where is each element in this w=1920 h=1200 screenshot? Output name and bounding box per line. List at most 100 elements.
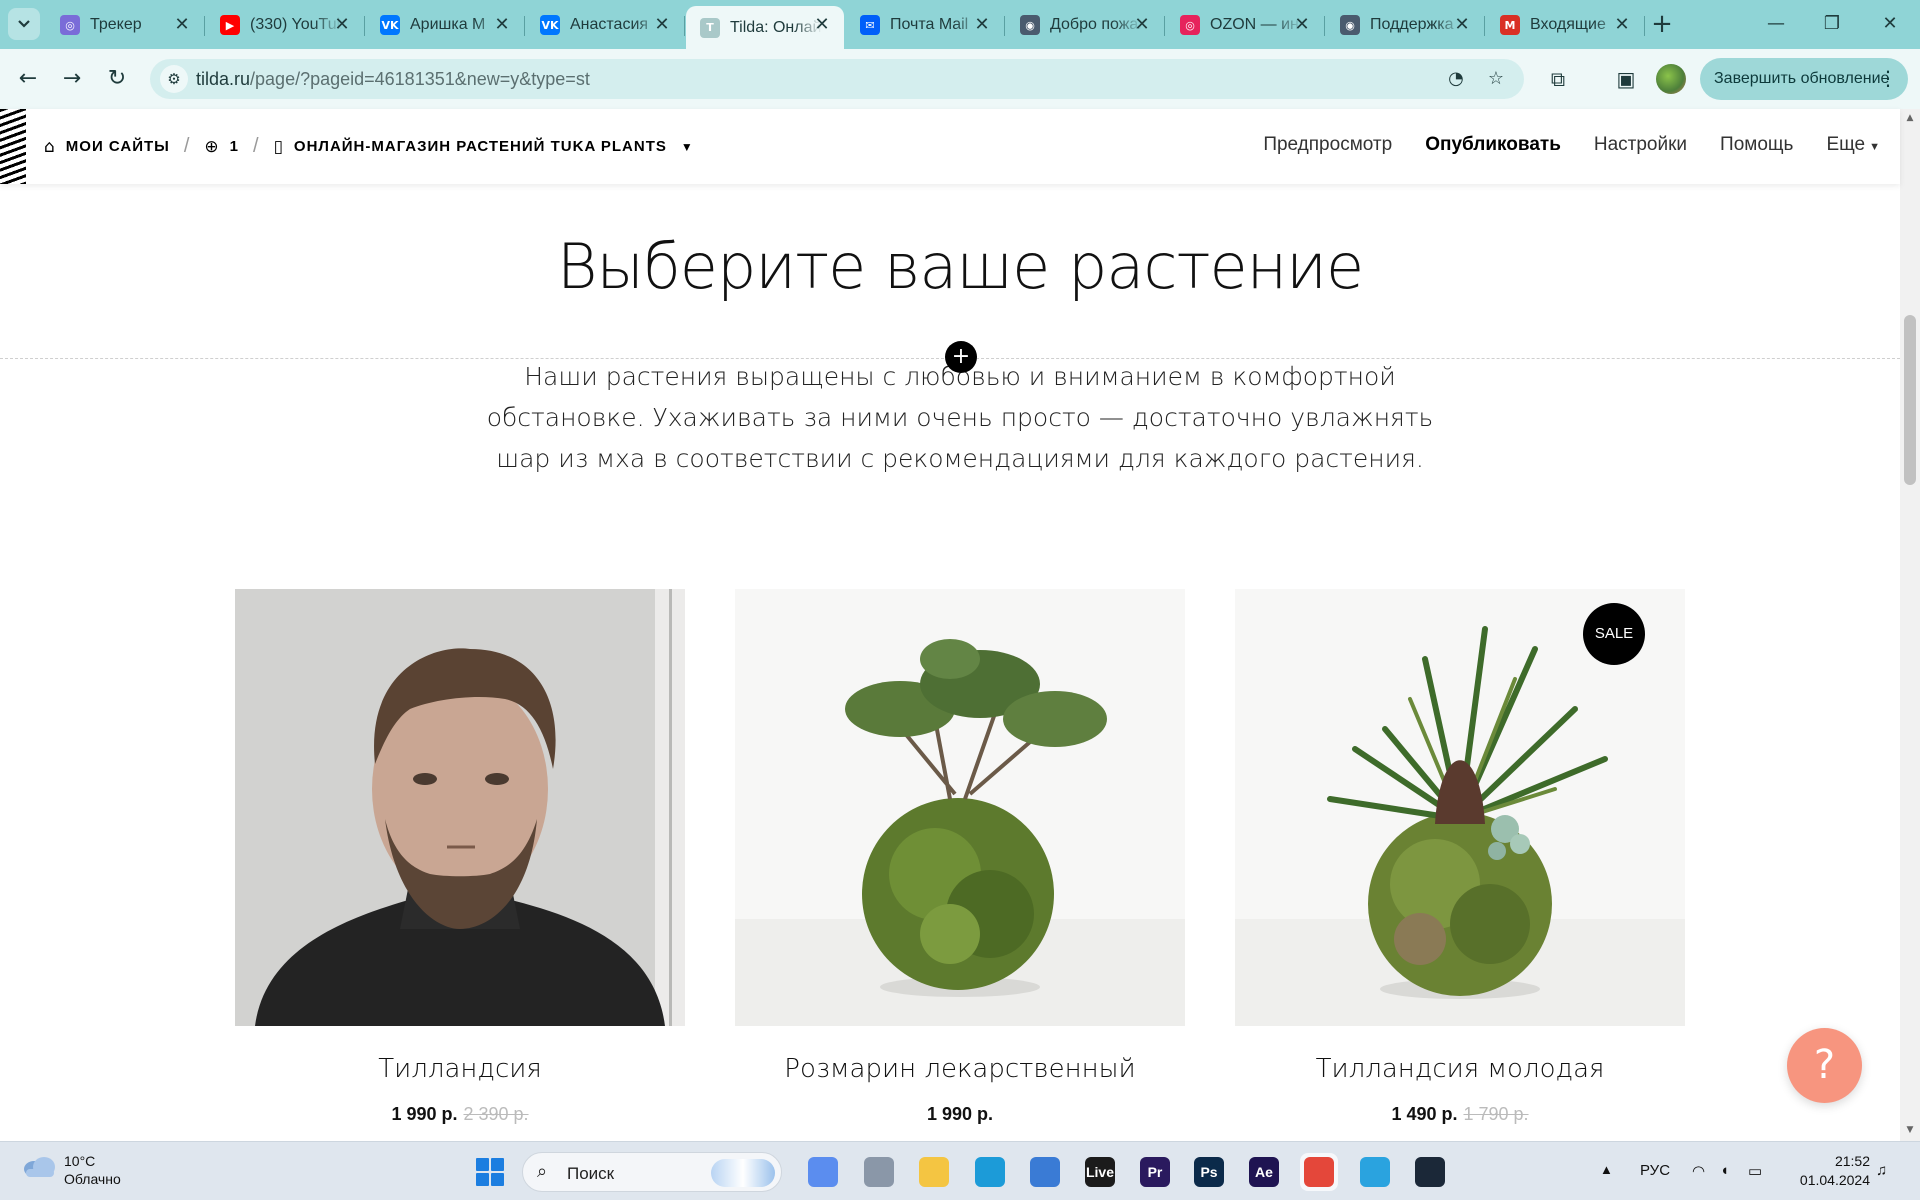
browser-tab[interactable]: VK Аришка М ✕ xyxy=(366,6,525,44)
wifi-icon[interactable]: ◠ xyxy=(1692,1162,1705,1180)
edge-icon xyxy=(975,1157,1005,1187)
taskbar-search[interactable]: ⌕ Поиск xyxy=(522,1152,782,1192)
bookmark-star-icon[interactable]: ☆ xyxy=(1484,67,1508,91)
extensions-icon[interactable]: ⧉ xyxy=(1543,64,1573,94)
close-tab-icon[interactable]: ✕ xyxy=(812,15,832,35)
input-language[interactable]: РУС xyxy=(1640,1162,1670,1179)
volume-icon[interactable]: ◖ xyxy=(1720,1162,1729,1179)
portrait-photo xyxy=(235,589,685,1026)
product-image[interactable]: SALE xyxy=(1235,589,1685,1026)
clock[interactable]: 21:52 01.04.2024 xyxy=(1790,1152,1870,1190)
settings-link[interactable]: Настройки xyxy=(1594,134,1687,156)
scroll-up-arrow[interactable]: ▲ xyxy=(1904,113,1916,125)
rosemary-kokedama-photo xyxy=(735,589,1185,1026)
product-image[interactable] xyxy=(235,589,685,1026)
browser-tab[interactable]: ◎ OZON — интернет✕ xyxy=(1166,6,1325,44)
close-tab-icon[interactable]: ✕ xyxy=(1292,15,1312,35)
section-heading[interactable]: Выберите ваше растение xyxy=(0,230,1900,303)
search-icon: ⌕ xyxy=(537,1161,548,1182)
tab-title: Добро пожаловать xyxy=(1050,16,1142,33)
close-tab-icon[interactable]: ✕ xyxy=(1132,15,1152,35)
project-link[interactable]: 1 xyxy=(230,138,239,155)
minimize-button[interactable]: — xyxy=(1756,8,1796,40)
new-tab-button[interactable]: + xyxy=(1648,10,1676,38)
browser-tab[interactable]: T Tilda: Онлайн ✕ xyxy=(686,6,844,49)
product-name[interactable]: Тилландсия молодая xyxy=(1235,1054,1685,1084)
preview-link[interactable]: Предпросмотр xyxy=(1263,134,1392,156)
help-chat-button[interactable]: ? xyxy=(1787,1028,1862,1103)
help-link[interactable]: Помощь xyxy=(1720,134,1793,156)
chrome-app[interactable] xyxy=(1300,1153,1338,1191)
steam-app[interactable] xyxy=(1411,1153,1449,1191)
browser-tab[interactable]: ✉ Почта Mail ✕ xyxy=(846,6,1005,44)
tilda-editor-header: ⌂ МОИ САЙТЫ / ⊕ 1 / ▯ ОНЛАЙН-МАГАЗИН РАС… xyxy=(0,109,1900,184)
close-window-button[interactable]: ✕ xyxy=(1870,8,1910,40)
premiere-app[interactable]: Pr xyxy=(1136,1153,1174,1191)
tab-title: Почта Mail xyxy=(890,16,969,33)
breadcrumb: ⌂ МОИ САЙТЫ / ⊕ 1 / ▯ ОНЛАЙН-МАГАЗИН РАС… xyxy=(44,135,694,158)
close-tab-icon[interactable]: ✕ xyxy=(332,15,352,35)
product-name[interactable]: Розмарин лекарственный xyxy=(735,1054,1185,1084)
tilda-logo[interactable] xyxy=(0,109,26,184)
scroll-down-arrow[interactable]: ▼ xyxy=(1904,1125,1916,1137)
reload-button[interactable]: ↻ xyxy=(99,61,135,97)
url-text[interactable]: tilda.ru/page/?pageid=46181351&new=y&typ… xyxy=(196,69,590,90)
file-explorer-icon xyxy=(919,1157,949,1187)
task-view-app[interactable] xyxy=(860,1153,898,1191)
product-name[interactable]: Тилландсия xyxy=(235,1054,685,1084)
close-tab-icon[interactable]: ✕ xyxy=(172,15,192,35)
photoshop-icon: Ps xyxy=(1194,1157,1224,1187)
notifications-icon[interactable]: ♫ xyxy=(1876,1162,1887,1179)
tab-title: Входящие xyxy=(1530,16,1606,33)
close-tab-icon[interactable]: ✕ xyxy=(972,15,992,35)
live-app[interactable]: Live xyxy=(1081,1153,1119,1191)
store-app[interactable] xyxy=(1026,1153,1064,1191)
page-scrollbar[interactable]: ▲ ▼ xyxy=(1900,109,1920,1141)
show-hidden-icons[interactable]: ▲ xyxy=(1600,1162,1613,1177)
add-block-button[interactable]: + xyxy=(945,341,977,373)
my-sites-link[interactable]: МОИ САЙТЫ xyxy=(66,138,170,155)
battery-icon[interactable]: ▭ xyxy=(1748,1162,1762,1180)
product-card[interactable]: Тилландсия 1 990 р. 2 390 р. xyxy=(235,589,685,1125)
address-bar[interactable]: ⚙ tilda.ru/page/?pageid=46181351&new=y&t… xyxy=(150,59,1524,99)
close-tab-icon[interactable]: ✕ xyxy=(1452,15,1472,35)
restore-button[interactable]: ❐ xyxy=(1812,8,1852,40)
more-menu[interactable]: Еще ▼ xyxy=(1826,134,1880,156)
copilot-app[interactable] xyxy=(804,1153,842,1191)
browser-tab[interactable]: M Входящие ✕ xyxy=(1486,6,1645,44)
product-card[interactable]: Розмарин лекарственный 1 990 р. xyxy=(735,589,1185,1125)
section-description[interactable]: Наши растения выращены с любовью и внима… xyxy=(470,356,1450,479)
after-effects-app[interactable]: Ae xyxy=(1245,1153,1283,1191)
file-explorer-app[interactable] xyxy=(915,1153,953,1191)
finish-update-button[interactable]: Завершить обновление ⋮ xyxy=(1700,58,1908,100)
edge-app[interactable] xyxy=(971,1153,1009,1191)
browser-tab[interactable]: ◉ Поддержка ✕ xyxy=(1326,6,1485,44)
back-button[interactable]: ← xyxy=(10,61,46,97)
start-button[interactable] xyxy=(476,1158,504,1186)
close-tab-icon[interactable]: ✕ xyxy=(1612,15,1632,35)
browser-tab[interactable]: ◉ Добро пожаловать✕ xyxy=(1006,6,1165,44)
telegram-app[interactable] xyxy=(1356,1153,1394,1191)
close-tab-icon[interactable]: ✕ xyxy=(492,15,512,35)
scroll-thumb[interactable] xyxy=(1904,315,1916,485)
performance-icon[interactable]: ◔ xyxy=(1444,67,1468,91)
product-image[interactable] xyxy=(735,589,1185,1026)
site-info-icon[interactable]: ⚙ xyxy=(160,65,188,93)
side-panel-icon[interactable]: ▣ xyxy=(1611,64,1641,94)
publish-link[interactable]: Опубликовать xyxy=(1425,134,1561,156)
close-tab-icon[interactable]: ✕ xyxy=(652,15,672,35)
page-dropdown-icon[interactable]: ▼ xyxy=(681,140,694,154)
after-effects-icon: Ae xyxy=(1249,1157,1279,1187)
product-card[interactable]: SALE Тилландсия молодая 1 490 р. 1 790 р. xyxy=(1235,589,1685,1125)
browser-tab[interactable]: ◎ Трекер ✕ xyxy=(46,6,205,44)
cloud-icon xyxy=(24,1157,55,1177)
tab-search-button[interactable] xyxy=(8,8,40,40)
forward-button[interactable]: → xyxy=(54,61,90,97)
browser-tab[interactable]: ▶ (330) YouTube✕ xyxy=(206,6,365,44)
page-name-link[interactable]: ОНЛАЙН-МАГАЗИН РАСТЕНИЙ TUKA PLANTS xyxy=(294,138,667,155)
browser-tab[interactable]: VK Анастасия ✕ xyxy=(526,6,685,44)
chevron-down-icon xyxy=(18,20,30,28)
photoshop-app[interactable]: Ps xyxy=(1190,1153,1228,1191)
profile-avatar[interactable] xyxy=(1656,64,1686,94)
youtube-icon: ▶ xyxy=(220,15,240,35)
